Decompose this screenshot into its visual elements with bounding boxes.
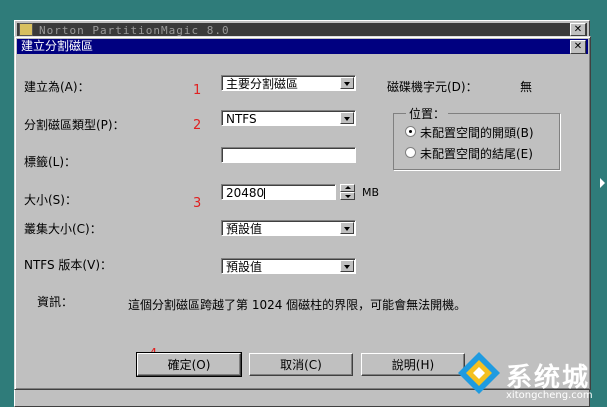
ntfs-version-select[interactable]: 預設值 <box>221 258 356 274</box>
size-spinner[interactable] <box>340 184 355 200</box>
cancel-button[interactable]: 取消(C) <box>249 353 353 376</box>
partition-type-label: 分割磁區類型(P)： <box>24 118 125 132</box>
volume-label-label: 標籤(L)： <box>24 155 77 169</box>
chevron-down-icon[interactable] <box>340 112 354 124</box>
drive-letter-label: 磁碟機字元(D)： <box>387 80 478 94</box>
annotation-3: 3 <box>193 196 202 211</box>
chevron-down-icon[interactable] <box>340 260 354 272</box>
spin-down-icon[interactable] <box>340 192 355 200</box>
create-as-select[interactable]: 主要分割磁區 <box>221 75 356 91</box>
text-cursor <box>264 188 266 199</box>
partition-type-select[interactable]: NTFS <box>221 110 356 126</box>
location-start-radio[interactable] <box>405 126 416 137</box>
watermark-brand: 系统城 <box>506 363 591 393</box>
size-label: 大小(S)： <box>24 193 77 207</box>
drive-letter-value: 無 <box>520 80 533 94</box>
ntfs-version-label: NTFS 版本(V)： <box>24 258 113 272</box>
info-label: 資訊： <box>37 295 74 309</box>
cluster-size-label: 叢集大小(C)： <box>24 222 102 236</box>
close-button[interactable]: ✕ <box>570 40 586 54</box>
chevron-down-icon[interactable] <box>340 222 354 234</box>
create-as-label: 建立為(A)： <box>24 80 90 94</box>
background-close-button[interactable]: ✕ <box>570 23 586 36</box>
annotation-2: 2 <box>193 118 202 133</box>
watermark-url: xitongcheng.com <box>506 390 593 401</box>
ntfs-version-value: 預設值 <box>226 260 263 274</box>
create-as-value: 主要分割磁區 <box>226 77 299 91</box>
cluster-size-select[interactable]: 預設值 <box>221 220 356 236</box>
watermark-logo-icon <box>458 352 500 394</box>
mouse-cursor-icon <box>600 178 605 188</box>
location-end-label[interactable]: 未配置空間的結尾(E) <box>420 145 533 162</box>
cluster-size-value: 預設值 <box>226 222 263 236</box>
location-end-radio[interactable] <box>405 147 416 158</box>
dialog-titlebar: 建立分割磁區 ✕ <box>17 39 588 54</box>
help-button[interactable]: 說明(H) <box>361 353 465 376</box>
app-icon <box>19 23 33 36</box>
partition-type-value: NTFS <box>226 112 257 126</box>
size-input[interactable]: 20480 <box>221 184 336 200</box>
location-start-label[interactable]: 未配置空間的開頭(B) <box>420 124 534 141</box>
create-partition-dialog: 建立分割磁區 ✕ 建立為(A)： 分割磁區類型(P)： 標籤(L)： 大小(S)… <box>14 36 591 390</box>
annotation-1: 1 <box>193 83 202 98</box>
spin-up-icon[interactable] <box>340 184 355 192</box>
ok-button[interactable]: 確定(O) <box>136 352 242 377</box>
size-unit: MB <box>362 186 380 199</box>
dialog-title: 建立分割磁區 <box>21 39 94 53</box>
volume-label-input[interactable] <box>221 147 356 163</box>
location-title: 位置： <box>406 105 449 122</box>
location-group: 位置： 未配置空間的開頭(B) 未配置空間的結尾(E) <box>393 105 560 170</box>
size-value: 20480 <box>226 186 265 200</box>
info-text: 這個分割磁區跨越了第 1024 個磁柱的界限，可能會無法開機。 <box>128 298 467 312</box>
chevron-down-icon[interactable] <box>340 77 354 89</box>
